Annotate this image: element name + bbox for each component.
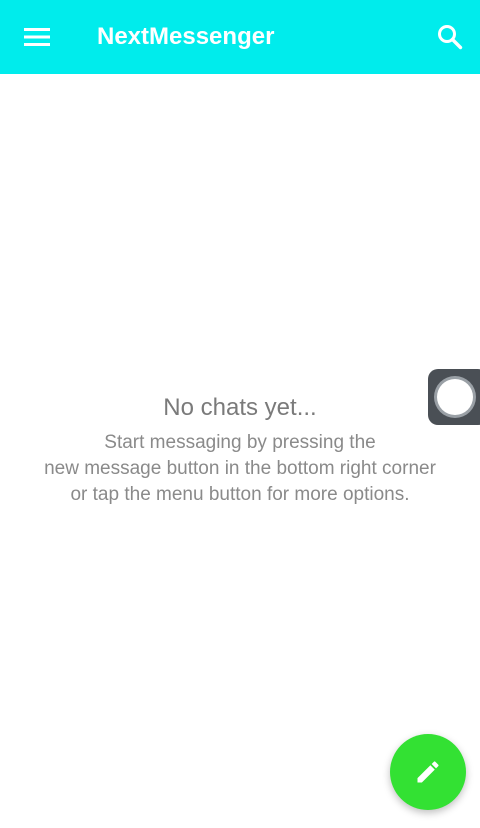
pencil-icon — [417, 761, 439, 783]
empty-state-line: new message button in the bottom right c… — [44, 458, 436, 479]
search-icon — [438, 25, 463, 50]
app-title: NextMessenger — [97, 23, 275, 50]
hamburger-menu-icon — [24, 28, 50, 46]
assistive-touch-button[interactable] — [428, 369, 480, 425]
assistive-touch-icon — [437, 379, 473, 415]
empty-state-line: Start messaging by pressing the — [104, 432, 376, 453]
menu-button[interactable] — [13, 13, 61, 61]
empty-state-line: or tap the menu button for more options. — [70, 484, 410, 505]
empty-state-title: No chats yet... — [163, 394, 317, 421]
app-bar: NextMessenger — [0, 0, 480, 74]
search-button[interactable] — [426, 13, 474, 61]
new-message-button[interactable] — [390, 734, 466, 810]
empty-state-description: Start messaging by pressing the new mess… — [0, 430, 480, 508]
empty-state: No chats yet... Start messaging by press… — [0, 390, 480, 508]
